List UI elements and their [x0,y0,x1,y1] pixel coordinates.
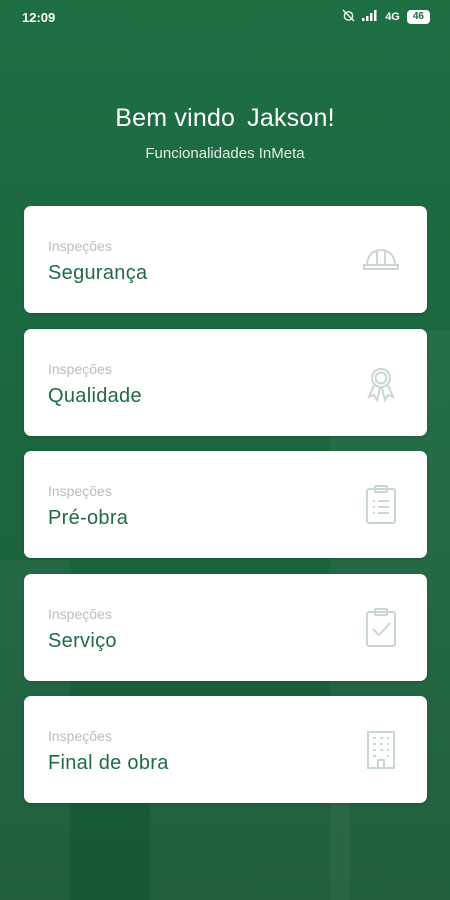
header: Bem vindo Jakson! Funcionalidades InMeta [0,104,450,162]
card-seguranca[interactable]: Inspeções Segurança [24,206,427,313]
network-type: 4G [385,11,400,23]
hard-hat-icon [359,238,403,282]
card-title: Final de obra [48,752,169,774]
card-title: Qualidade [48,384,142,407]
card-kicker: Inspeções [48,360,112,377]
welcome-text: Bem vindo [115,104,236,132]
clipboard-list-icon [359,483,403,527]
battery-icon: 46 [406,10,430,24]
building-icon [359,728,403,772]
card-kicker: Inspeções [48,483,112,499]
clipboard-check-icon [359,606,403,650]
award-ribbon-icon [359,361,403,405]
card-kicker: Inspeções [48,605,112,622]
signal-icon [362,10,378,24]
alarm-off-icon [342,9,355,25]
card-kicker: Inspeções [48,238,112,254]
subtitle: Funcionalidades InMeta [145,145,305,162]
status-bar: 12:09 4G 46 [0,0,450,36]
inspection-card-list: Inspeções Segurança Inspeções Qualidade … [24,206,427,819]
card-pre-obra[interactable]: Inspeções Pré-obra [24,451,427,558]
card-servico[interactable]: Inspeções Serviço [24,573,427,681]
card-kicker: Inspeções [48,728,112,744]
status-time: 12:09 [22,10,56,25]
user-name: Jakson! [247,104,335,132]
card-title: Serviço [48,629,117,652]
card-final-de-obra[interactable]: Inspeções Final de obra [24,696,427,803]
card-qualidade[interactable]: Inspeções Qualidade [24,328,427,436]
status-icons: 4G 46 [342,9,430,25]
welcome-line: Bem vindo Jakson! [0,104,450,133]
card-title: Segurança [48,262,148,284]
card-title: Pré-obra [48,507,129,529]
